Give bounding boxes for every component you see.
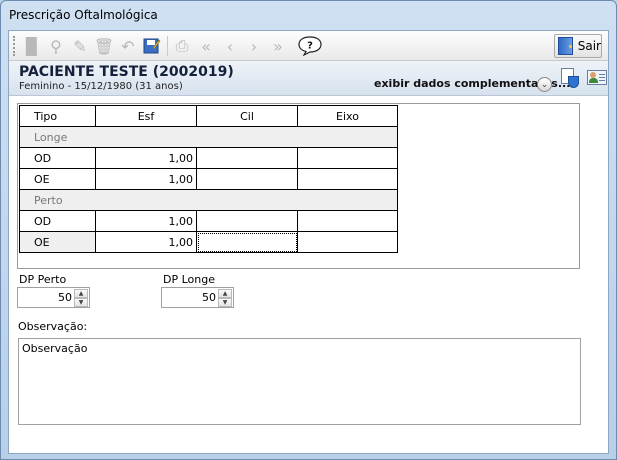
cell-eixo[interactable] <box>297 168 398 190</box>
cell-eixo[interactable] <box>297 210 398 232</box>
column-header-eixo[interactable]: Eixo <box>297 105 398 127</box>
dp-longe-label: DP Longe <box>163 273 215 286</box>
cell-cil[interactable] <box>196 168 298 190</box>
cell-esf[interactable]: 1,00 <box>95 231 197 253</box>
cell-tipo[interactable]: OE <box>19 231 96 253</box>
column-header-esf[interactable]: Esf <box>95 105 197 127</box>
dp-longe-spinner[interactable]: 50 ▲ ▼ <box>161 287 234 308</box>
grid-header-row: Tipo Esf Cil Eixo <box>19 105 398 127</box>
cell-esf[interactable]: 1,00 <box>95 210 197 232</box>
door-icon <box>558 37 573 55</box>
prescription-grid-panel: Tipo Esf Cil Eixo Longe OD 1,00 OE 1,00 <box>17 103 580 269</box>
document-shield-icon[interactable] <box>558 67 580 89</box>
prescription-window: Prescrição Oftalmológica ▉ ⚲ ✎ 🗑 ↶ ⎙ « ‹… <box>0 0 617 460</box>
table-row[interactable]: OE 1,00 <box>19 231 398 253</box>
patient-name: PACIENTE TESTE (2002019) <box>19 64 234 80</box>
prescription-grid: Tipo Esf Cil Eixo Longe OD 1,00 OE 1,00 <box>19 105 398 253</box>
toolbar-separator <box>167 36 168 56</box>
delete-icon[interactable]: 🗑 <box>93 35 115 57</box>
undo-icon[interactable]: ↶ <box>117 35 139 57</box>
table-row[interactable]: OE 1,00 <box>19 168 398 190</box>
spin-up-icon[interactable]: ▲ <box>218 289 232 298</box>
cell-eixo[interactable] <box>297 231 398 253</box>
column-header-tipo[interactable]: Tipo <box>19 105 96 127</box>
cell-tipo[interactable]: OE <box>19 168 96 190</box>
chevron-down-icon[interactable]: ⌄ <box>537 77 552 92</box>
title-bar[interactable]: Prescrição Oftalmológica <box>1 1 616 30</box>
patient-info: Feminino - 15/12/1980 (31 anos) <box>19 81 183 92</box>
last-icon[interactable]: » <box>267 35 289 57</box>
window-title: Prescrição Oftalmológica <box>9 8 158 22</box>
column-header-cil[interactable]: Cil <box>196 105 298 127</box>
table-row[interactable]: OD 1,00 <box>19 147 398 169</box>
dp-longe-value[interactable]: 50 <box>202 291 216 304</box>
dp-perto-label: DP Perto <box>19 273 67 286</box>
find-icon[interactable]: ⚲ <box>45 35 67 57</box>
cell-tipo[interactable]: OD <box>19 147 96 169</box>
spin-down-icon[interactable]: ▼ <box>218 298 232 307</box>
toolbar: ▉ ⚲ ✎ 🗑 ↶ ⎙ « ‹ › » ? Sair <box>9 31 608 61</box>
first-icon[interactable]: « <box>195 35 217 57</box>
help-icon[interactable]: ? <box>297 35 323 57</box>
table-row[interactable]: OD 1,00 <box>19 210 398 232</box>
dp-perto-spinner[interactable]: 50 ▲ ▼ <box>17 287 90 308</box>
group-label: Longe <box>19 126 398 148</box>
toolbar-grip[interactable] <box>13 36 16 56</box>
cell-eixo[interactable] <box>297 147 398 169</box>
cell-cil-focused[interactable] <box>196 231 298 253</box>
edit-icon[interactable]: ✎ <box>69 35 91 57</box>
observation-label: Observação: <box>18 320 88 333</box>
spin-down-icon[interactable]: ▼ <box>74 298 88 307</box>
group-row-longe[interactable]: Longe <box>19 126 398 148</box>
cell-tipo[interactable]: OD <box>19 210 96 232</box>
group-label: Perto <box>19 189 398 211</box>
observation-textarea[interactable]: Observação <box>18 338 581 425</box>
print-icon[interactable]: ⎙ <box>171 35 193 57</box>
cell-cil[interactable] <box>196 210 298 232</box>
group-row-perto[interactable]: Perto <box>19 189 398 211</box>
exit-button-label: Sair <box>577 39 601 53</box>
cell-esf[interactable]: 1,00 <box>95 168 197 190</box>
spin-up-icon[interactable]: ▲ <box>74 289 88 298</box>
patient-card-icon[interactable] <box>586 67 608 89</box>
window-client: ▉ ⚲ ✎ 🗑 ↶ ⎙ « ‹ › » ? Sair PACIENTE TEST… <box>8 30 609 454</box>
cell-esf[interactable]: 1,00 <box>95 147 197 169</box>
observation-text[interactable]: Observação <box>22 342 87 355</box>
patient-header: PACIENTE TESTE (2002019) Feminino - 15/1… <box>9 61 608 96</box>
save-icon[interactable] <box>141 35 163 57</box>
exit-button[interactable]: Sair <box>554 34 602 58</box>
cell-cil[interactable] <box>196 147 298 169</box>
svg-text:?: ? <box>307 41 313 52</box>
next-icon[interactable]: › <box>243 35 265 57</box>
new-icon[interactable]: ▉ <box>21 35 43 57</box>
previous-icon[interactable]: ‹ <box>219 35 241 57</box>
dp-perto-value[interactable]: 50 <box>58 291 72 304</box>
